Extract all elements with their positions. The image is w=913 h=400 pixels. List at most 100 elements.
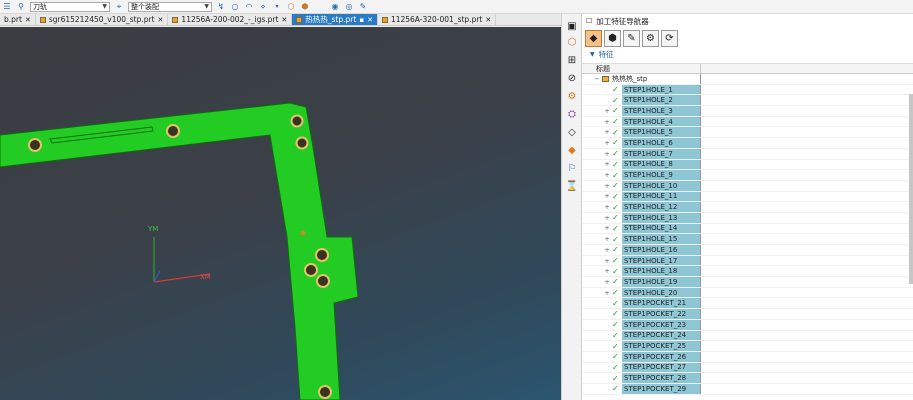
tree-root-row[interactable]: − 热热热_stp [582,74,913,85]
expand-icon[interactable]: + [604,214,610,222]
expand-icon[interactable]: + [604,267,610,275]
find-features-icon[interactable]: ◆ [585,29,602,47]
machining-feature-icon[interactable]: ◆ [565,144,579,157]
close-icon[interactable]: ✕ [158,16,164,24]
feature-row[interactable]: + ✓ STEP1HOLE_20 [582,287,913,299]
feature-row[interactable]: + ✓ STEP1HOLE_9 [582,170,913,181]
feature-row[interactable]: + ✓ STEP1HOLE_18 [582,266,913,278]
feature-row[interactable]: ✓ STEP1POCKET_26 [582,351,913,363]
expand-icon[interactable]: + [604,160,610,168]
feature-row[interactable]: + ✓ STEP1HOLE_11 [582,191,913,203]
feature-row[interactable]: + ✓ STEP1HOLE_14 [582,223,913,235]
expand-icon[interactable]: + [604,118,610,126]
pin-icon[interactable]: ▪ [359,16,364,24]
feature-row[interactable]: + ✓ STEP1HOLE_19 [582,277,913,288]
expand-icon[interactable]: + [604,289,610,297]
checkmark-icon: ✓ [612,384,619,394]
operation-navigator-icon[interactable]: ⚙ [565,90,579,103]
feature-row[interactable]: + ✓ STEP1HOLE_16 [582,245,913,256]
feature-row[interactable]: + ✓ STEP1HOLE_17 [582,255,913,267]
document-tab[interactable]: 热热热_stp.prt ▪ ✕ [292,14,378,25]
feature-row[interactable]: ✓ STEP1POCKET_23 [582,319,913,331]
circle-snap-icon[interactable]: ○ [230,2,240,12]
collapse-icon[interactable]: − [594,75,600,83]
feature-settings-icon[interactable]: ⚙ [642,29,659,47]
document-tab[interactable]: sgr615212450_v100_stp.prt ✕ [36,14,169,25]
feature-row[interactable]: + ✓ STEP1HOLE_7 [582,148,913,160]
history-icon[interactable]: ⌛ [565,180,579,193]
feature-row[interactable]: + ✓ STEP1HOLE_5 [582,127,913,139]
document-tab[interactable]: b.prt ✕ [0,14,36,25]
feature-row[interactable]: ✓ STEP1HOLE_2 [582,95,913,107]
assembly-navigator-icon[interactable]: ⬡ [565,36,579,49]
feature-row[interactable]: ✓ STEP1POCKET_29 [582,383,913,395]
machine-tool-navigator-icon[interactable]: ⛭ [565,108,579,121]
feature-section-header[interactable]: ▼ 特征 [582,48,913,60]
snap-options-icon[interactable]: ⋄ [258,2,268,12]
show-hide-icon[interactable]: ◉ [330,2,340,12]
feature-row[interactable]: ✓ STEP1HOLE_1 [582,84,913,96]
feature-label: STEP1POCKET_27 [622,362,700,373]
selection-scope-select[interactable]: 整个装配 ▼ [128,1,212,12]
expand-icon[interactable]: + [604,192,610,200]
feature-row[interactable]: + ✓ STEP1HOLE_10 [582,180,913,192]
expand-icon[interactable]: + [604,182,610,190]
feature-row[interactable]: + ✓ STEP1HOLE_15 [582,234,913,245]
expand-icon[interactable]: + [604,246,610,254]
view-icon[interactable]: ◎ [344,2,354,12]
menu-icon[interactable]: ☰ [2,2,12,12]
document-tab[interactable]: 11256A-320-001_stp.prt ✕ [378,14,497,25]
close-icon[interactable]: ✕ [25,16,31,24]
expand-icon[interactable]: + [604,224,610,232]
solid-filter-icon[interactable]: ⬡ [286,2,296,12]
feature-row[interactable]: + ✓ STEP1HOLE_6 [582,138,913,149]
feature-row[interactable]: + ✓ STEP1HOLE_13 [582,212,913,224]
part-navigator-icon[interactable]: ▣ [565,20,579,33]
feature-label: STEP1HOLE_2 [622,95,700,106]
close-icon[interactable]: ✕ [485,16,491,24]
feature-row[interactable]: ✓ STEP1POCKET_25 [582,341,913,352]
feature-row[interactable]: ✓ STEP1POCKET_22 [582,309,913,320]
document-tab[interactable]: 11256A-200-002_-_igs.prt ✕ [168,14,293,25]
type-filter-select[interactable]: 刀轨 ▼ [30,1,110,12]
feature-row[interactable]: ✓ STEP1POCKET_21 [582,298,913,310]
hole [318,385,332,399]
feature-row[interactable]: ✓ STEP1POCKET_28 [582,373,913,384]
web-browser-icon[interactable]: ⚐ [565,162,579,175]
refresh-icon[interactable]: ⟳ [661,29,678,47]
reuse-library-icon[interactable]: ⊘ [565,72,579,85]
constraint-navigator-icon[interactable]: ⊞ [565,54,579,67]
feature-row[interactable]: + ✓ STEP1HOLE_8 [582,159,913,171]
feature-row[interactable]: ✓ STEP1POCKET_27 [582,362,913,374]
edit-feature-icon[interactable]: ✎ [623,29,640,47]
edit-object-icon[interactable]: ✎ [358,2,368,12]
expand-icon[interactable]: + [604,257,610,265]
feature-group-icon[interactable]: ⬢ [604,29,621,47]
expand-icon[interactable]: + [604,139,610,147]
point-snap-icon[interactable]: ↯ [216,2,226,12]
column-header-name[interactable]: 标题 [582,64,701,73]
expand-icon[interactable]: + [604,278,610,286]
face-filter-icon[interactable]: ⬢ [300,2,310,12]
snap-icon[interactable]: ⌖ [114,2,124,12]
feature-row[interactable]: ✓ STEP1POCKET_24 [582,330,913,342]
close-icon[interactable]: ✕ [367,16,373,24]
expand-icon[interactable]: + [604,128,610,136]
checkmark-icon: ✓ [612,266,619,276]
expand-icon[interactable]: + [604,203,610,211]
expand-icon[interactable]: + [604,107,610,115]
feature-row[interactable]: + ✓ STEP1HOLE_12 [582,202,913,213]
feature-label: STEP1HOLE_12 [622,202,700,212]
expand-icon[interactable]: + [604,150,610,158]
arc-snap-icon[interactable]: ◠ [244,2,254,12]
selection-filter-icon[interactable]: ⚲ [16,2,26,12]
expand-icon[interactable]: + [604,171,610,179]
graphics-viewport[interactable]: YM XM [0,27,561,400]
feature-navigator-icon[interactable]: ◇ [565,126,579,139]
expand-icon[interactable]: + [604,235,610,243]
feature-row[interactable]: + ✓ STEP1HOLE_3 [582,106,913,117]
feature-row[interactable]: + ✓ STEP1HOLE_4 [582,116,913,128]
dropdown-arrow-icon[interactable]: ▾ [272,2,282,12]
close-icon[interactable]: ✕ [281,16,287,24]
vertical-scrollbar[interactable] [909,94,913,284]
